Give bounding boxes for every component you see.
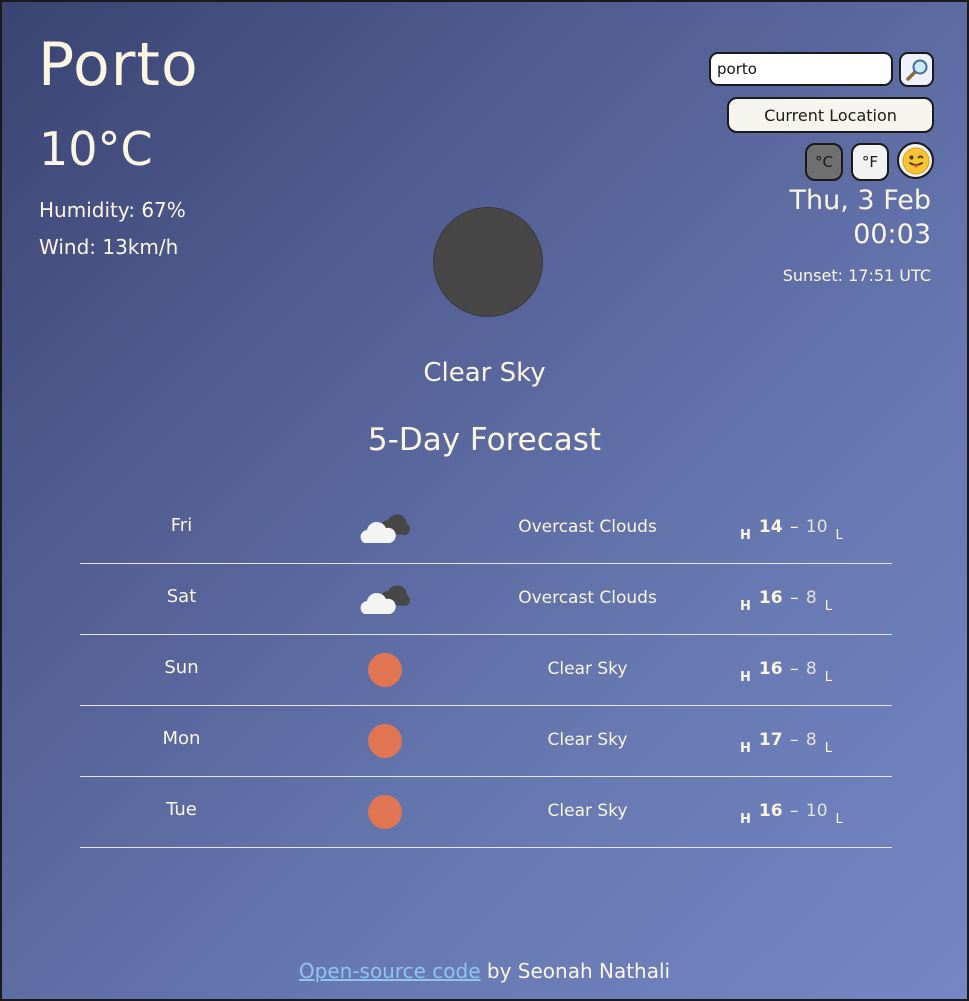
forecast-row: Mon Clear Sky H 17 – 8L xyxy=(80,706,892,777)
forecast-day: Sun xyxy=(164,657,199,678)
sun-icon xyxy=(360,724,410,758)
forecast-description: Overcast Clouds xyxy=(518,517,657,537)
footer-author: by Seonah Nathali xyxy=(480,959,671,983)
low-label: L xyxy=(824,599,832,614)
forecast-low: 10 xyxy=(805,517,828,537)
high-label: H xyxy=(740,528,751,543)
forecast-table: Fri Overcast Clouds H 14 – 10 L Sat Overcast C… xyxy=(80,493,892,848)
forecast-row: Sat Overcast Clouds H 16 – 8L xyxy=(80,564,892,635)
moon-icon xyxy=(433,207,543,317)
forecast-day: Mon xyxy=(162,728,201,749)
forecast-description: Overcast Clouds xyxy=(518,588,657,608)
forecast-temps: H 17 – 8L xyxy=(740,730,832,756)
current-time: 00:03 xyxy=(853,219,931,250)
forecast-title: 5-Day Forecast xyxy=(367,422,602,458)
celsius-button[interactable]: °C xyxy=(805,143,843,181)
low-label: L xyxy=(824,670,832,685)
forecast-low: 8 xyxy=(805,588,817,608)
temp-separator: – xyxy=(784,730,804,750)
tongue-face-emoji-icon xyxy=(902,147,929,174)
forecast-row: Tue Clear Sky H 16 – 10 L xyxy=(80,777,892,848)
forecast-day: Tue xyxy=(166,799,197,820)
forecast-high: 16 xyxy=(758,659,783,679)
forecast-high: 16 xyxy=(758,801,783,821)
forecast-row: Sun Clear Sky H 16 – 8L xyxy=(80,635,892,706)
temp-separator: – xyxy=(784,517,804,537)
forecast-low: 10 xyxy=(805,801,828,821)
temp-separator: – xyxy=(784,588,804,608)
high-label: H xyxy=(740,670,751,685)
temp-separator: – xyxy=(784,659,804,679)
forecast-high: 17 xyxy=(758,730,783,750)
low-label: L xyxy=(835,812,843,827)
current-location-button[interactable]: Current Location xyxy=(727,97,934,133)
sunset-time: Sunset: 17:51 UTC xyxy=(782,266,931,285)
forecast-description: Clear Sky xyxy=(547,801,628,821)
humidity-text: Humidity: 67% xyxy=(39,198,186,222)
forecast-high: 16 xyxy=(758,588,783,608)
forecast-description: Clear Sky xyxy=(547,659,628,679)
theme-toggle-button[interactable] xyxy=(897,142,934,179)
forecast-day: Fri xyxy=(170,515,193,536)
temp-separator: – xyxy=(784,801,804,821)
high-label: H xyxy=(740,812,751,827)
current-temperature: 10°C xyxy=(39,122,153,176)
high-label: H xyxy=(740,741,751,756)
forecast-low: 8 xyxy=(805,659,817,679)
low-label: L xyxy=(824,741,832,756)
search-button[interactable] xyxy=(899,52,934,87)
forecast-temps: H 14 – 10 L xyxy=(740,517,843,543)
wind-text: Wind: 13km/h xyxy=(39,235,179,259)
fahrenheit-button[interactable]: °F xyxy=(851,143,889,181)
sun-icon xyxy=(360,795,410,829)
forecast-temps: H 16 – 8L xyxy=(740,659,832,685)
footer: Open-source code by Seonah Nathali xyxy=(2,959,967,983)
low-label: L xyxy=(835,528,843,543)
forecast-temps: H 16 – 10 L xyxy=(740,801,843,827)
cloud-icon xyxy=(360,511,410,545)
source-code-link[interactable]: Open-source code xyxy=(299,959,481,983)
forecast-description: Clear Sky xyxy=(547,730,628,750)
cloud-icon xyxy=(360,582,410,616)
current-date: Thu, 3 Feb xyxy=(789,185,931,216)
magnifier-icon xyxy=(905,59,927,81)
forecast-row: Fri Overcast Clouds H 14 – 10 L xyxy=(80,493,892,564)
weather-description: Clear Sky xyxy=(423,358,546,388)
forecast-high: 14 xyxy=(758,517,783,537)
high-label: H xyxy=(740,599,751,614)
forecast-day: Sat xyxy=(166,586,197,607)
search-input[interactable] xyxy=(709,52,893,86)
forecast-low: 8 xyxy=(805,730,817,750)
forecast-temps: H 16 – 8L xyxy=(740,588,832,614)
weather-app: Porto 10°C Humidity: 67% Wind: 13km/h Cu… xyxy=(0,0,969,1001)
sun-icon xyxy=(360,653,410,687)
city-name: Porto xyxy=(38,30,199,100)
